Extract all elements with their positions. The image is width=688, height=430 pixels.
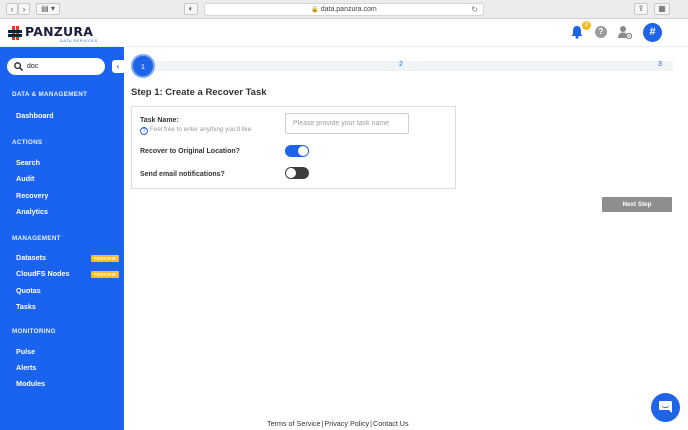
section-actions: ACTIONS: [12, 139, 43, 146]
task-name-hint: ? Feel free to enter anything you'd like: [140, 126, 251, 135]
search-icon: [14, 62, 23, 71]
task-name-label: Task Name:: [140, 117, 179, 124]
preview-badge: PREVIEW: [91, 271, 119, 278]
sidebar-item-search[interactable]: Search: [16, 158, 40, 167]
sidebar-item-analytics[interactable]: Analytics: [16, 207, 48, 216]
logo-mark-icon: [8, 26, 22, 40]
sidebar-search[interactable]: [7, 58, 105, 75]
sidebar: ‹ DATA & MANAGEMENT Dashboard ACTIONS Se…: [0, 47, 124, 430]
sidebar-item-dashboard[interactable]: Dashboard: [16, 111, 54, 120]
step-3-indicator[interactable]: 3: [658, 61, 662, 68]
section-data-management: DATA & MANAGEMENT: [12, 91, 88, 98]
search-input[interactable]: [27, 60, 99, 73]
section-monitoring: MONITORING: [12, 328, 56, 335]
help-icon[interactable]: ?: [595, 26, 607, 38]
forward-icon[interactable]: ›: [18, 3, 30, 15]
share-icon[interactable]: ⇪: [634, 3, 648, 15]
sidebar-item-quotas[interactable]: Quotas: [16, 286, 41, 295]
step-1-indicator[interactable]: 1: [131, 54, 155, 78]
task-name-input[interactable]: [285, 113, 409, 134]
sidebar-item-cloudfs-nodes[interactable]: CloudFS Nodes: [16, 269, 70, 278]
shield-icon[interactable]: ◐: [184, 3, 198, 15]
task-name-hint-text: Feel free to enter anything you'd like: [150, 126, 252, 133]
tabs-overview-icon[interactable]: ▦: [654, 3, 670, 15]
sidebar-toggle-icon[interactable]: ▤ ▾: [36, 3, 60, 15]
sidebar-item-recovery[interactable]: Recovery: [16, 191, 48, 200]
logo-text: PANZURA: [25, 24, 94, 39]
back-icon[interactable]: ‹: [6, 3, 18, 15]
sidebar-item-alerts[interactable]: Alerts: [16, 363, 36, 372]
stepper-track: [143, 61, 673, 71]
next-step-button[interactable]: Next Step: [602, 197, 672, 212]
user-settings-icon[interactable]: [618, 25, 632, 39]
footer-links: Terms of Service|Privacy Policy|Contact …: [267, 419, 409, 428]
page-title: Step 1: Create a Recover Task: [131, 87, 267, 98]
sidebar-item-modules[interactable]: Modules: [16, 379, 45, 388]
email-notifications-toggle[interactable]: [285, 167, 309, 179]
bell-icon[interactable]: [571, 25, 583, 39]
logo-subtext: DATA SERVICES: [60, 38, 98, 43]
preview-badge: PREVIEW: [91, 255, 119, 262]
sidebar-item-datasets[interactable]: Datasets: [16, 253, 46, 262]
toggle-knob: [286, 168, 296, 178]
collapse-sidebar-button[interactable]: ‹: [112, 60, 124, 73]
footer-separator: |: [370, 419, 373, 428]
address-bar[interactable]: 🔒 data.panzura.com ↻: [204, 3, 484, 16]
avatar[interactable]: #: [643, 23, 662, 42]
toggle-knob: [298, 146, 308, 156]
notification-badge: 2: [582, 21, 591, 30]
section-management: MANAGEMENT: [12, 235, 61, 242]
reload-icon[interactable]: ↻: [471, 4, 478, 15]
lock-icon: 🔒: [311, 7, 319, 13]
terms-link[interactable]: Terms of Service: [267, 419, 321, 428]
wizard-stepper: 1 2 3: [131, 54, 679, 78]
sidebar-item-pulse[interactable]: Pulse: [16, 347, 35, 356]
browser-toolbar: ‹ › ▤ ▾ ◐ 🔒 data.panzura.com ↻ ⇪ ▦: [0, 0, 688, 19]
recover-task-form: Task Name: ? Feel free to enter anything …: [131, 106, 456, 189]
url-text: data.panzura.com: [320, 6, 377, 13]
privacy-link[interactable]: Privacy Policy: [324, 419, 369, 428]
chat-bubble-icon: [659, 401, 672, 413]
recover-original-label: Recover to Original Location?: [140, 148, 240, 155]
sidebar-item-audit[interactable]: Audit: [16, 174, 34, 183]
step-2-indicator[interactable]: 2: [399, 61, 403, 68]
contact-link[interactable]: Contact Us: [373, 419, 409, 428]
sidebar-item-tasks[interactable]: Tasks: [16, 302, 36, 311]
email-notifications-label: Send email notifications?: [140, 171, 225, 178]
recover-original-toggle[interactable]: [285, 145, 309, 157]
help-circle-icon: ?: [140, 127, 148, 135]
chat-button[interactable]: [651, 393, 680, 422]
